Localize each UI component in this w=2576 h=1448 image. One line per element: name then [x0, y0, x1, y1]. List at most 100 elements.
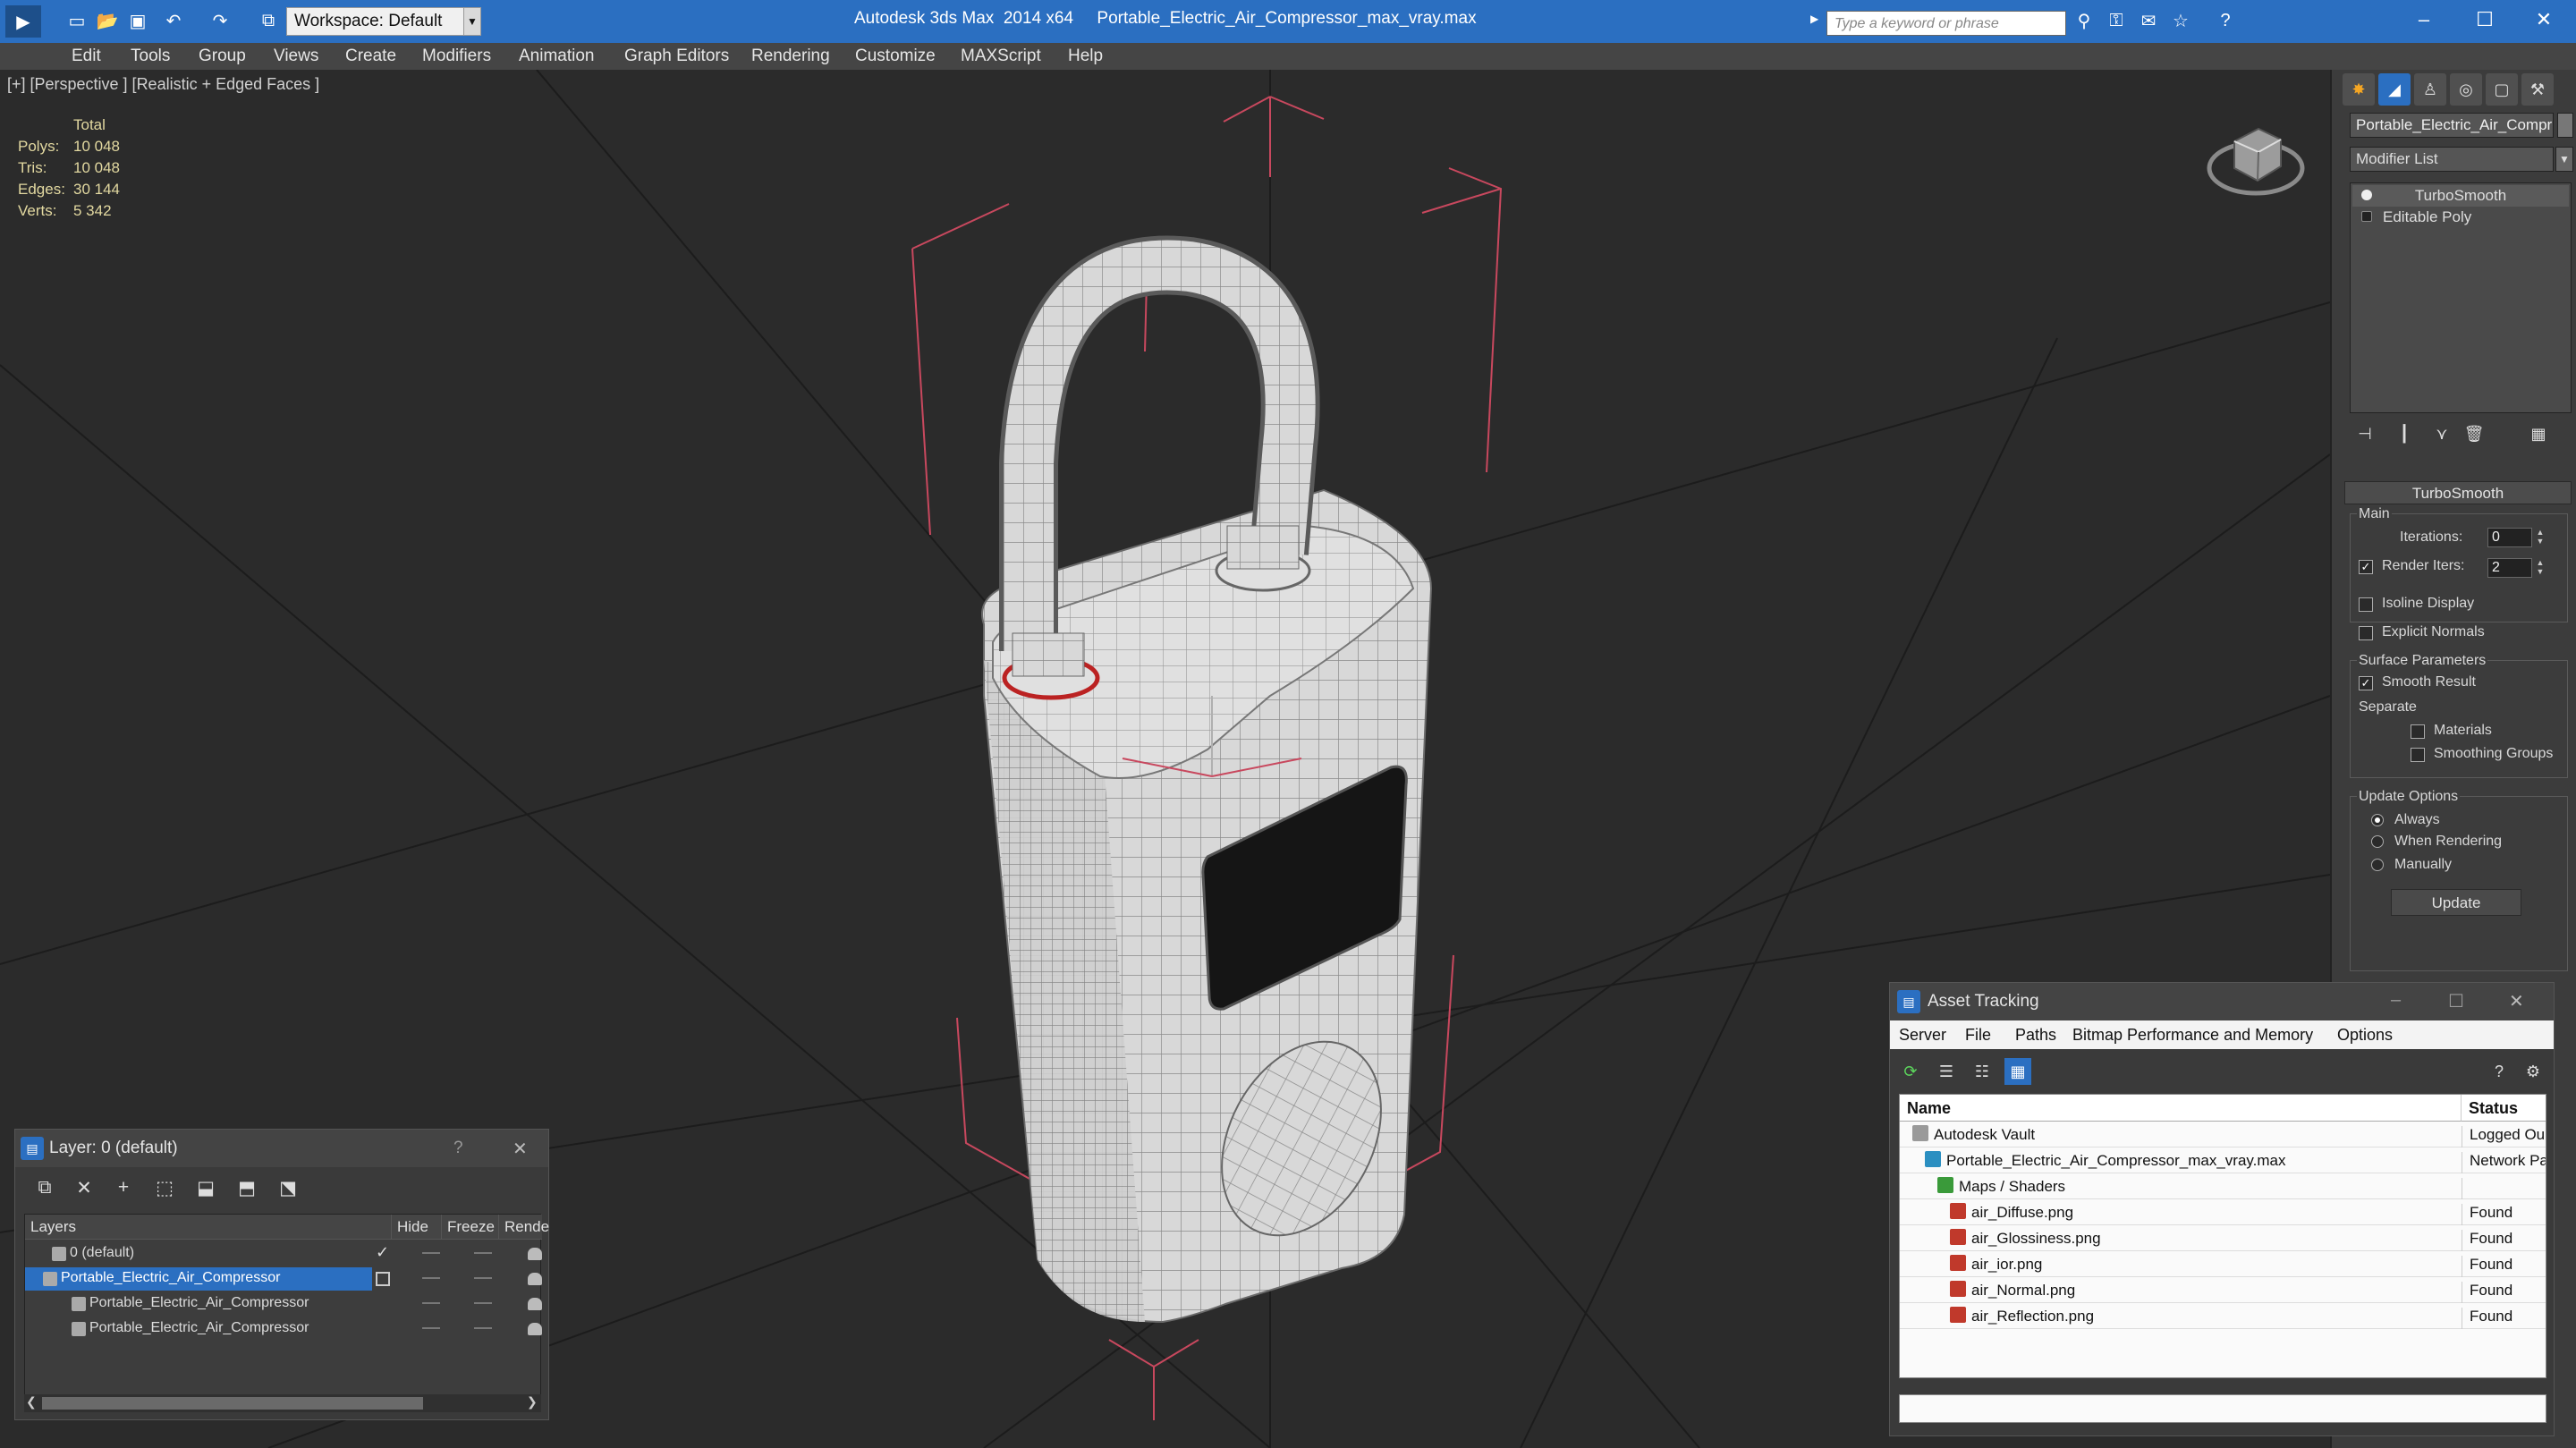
- viewport-label[interactable]: [+] [Perspective ] [Realistic + Edged Fa…: [7, 75, 319, 94]
- close-button[interactable]: ✕: [2524, 4, 2563, 36]
- subscription-icon[interactable]: ⚿: [2104, 8, 2129, 33]
- isoline-display-checkbox[interactable]: [2359, 597, 2373, 612]
- asset-row[interactable]: air_Diffuse.png Found: [1900, 1199, 2546, 1225]
- asset-minimize-button[interactable]: –: [2391, 990, 2401, 1011]
- search-input[interactable]: Type a keyword or phrase: [1826, 11, 2066, 36]
- always-radio[interactable]: [2371, 814, 2384, 826]
- delete-layer-icon[interactable]: ✕: [71, 1174, 97, 1201]
- column-hide[interactable]: Hide: [392, 1215, 442, 1240]
- menu-rendering[interactable]: Rendering: [751, 47, 830, 66]
- menu-edit[interactable]: Edit: [72, 47, 101, 66]
- freeze-toggle[interactable]: [474, 1302, 492, 1304]
- iterations-spinner[interactable]: 0: [2487, 528, 2532, 547]
- configure-sets-icon[interactable]: ▦: [2525, 420, 2552, 447]
- search-expand-icon[interactable]: ▶: [1810, 13, 1825, 36]
- layer-row[interactable]: 0 (default) ✓: [25, 1241, 542, 1266]
- remove-modifier-icon[interactable]: 🗑: [2461, 420, 2487, 447]
- minimize-button[interactable]: –: [2404, 4, 2444, 36]
- select-objects-icon[interactable]: ⬚: [151, 1174, 178, 1201]
- help-icon[interactable]: ?: [2486, 1058, 2512, 1085]
- render-teapot-icon[interactable]: [528, 1248, 542, 1260]
- asset-row[interactable]: Portable_Electric_Air_Compressor_max_vra…: [1900, 1147, 2546, 1173]
- table-view-icon[interactable]: ▦: [2004, 1058, 2031, 1085]
- menu-group[interactable]: Group: [199, 47, 246, 66]
- layer-row[interactable]: Portable_Electric_Air_Compressor: [25, 1291, 542, 1317]
- layer-help-button[interactable]: ?: [453, 1139, 463, 1158]
- set-current-layer-icon[interactable]: ⬒: [233, 1174, 260, 1201]
- column-render[interactable]: Rende: [499, 1215, 549, 1240]
- column-name[interactable]: Name: [1900, 1095, 2462, 1122]
- tree-view-icon[interactable]: ☷: [1969, 1058, 1996, 1085]
- favorites-star-icon[interactable]: ☆: [2168, 8, 2193, 33]
- hide-toggle[interactable]: [422, 1302, 440, 1304]
- create-tab-icon[interactable]: ✸: [2343, 73, 2375, 106]
- menu-maxscript[interactable]: MAXScript: [961, 47, 1041, 66]
- freeze-toggle[interactable]: [474, 1277, 492, 1279]
- hide-toggle[interactable]: [422, 1277, 440, 1279]
- asset-row[interactable]: air_Normal.png Found: [1900, 1277, 2546, 1303]
- layer-close-button[interactable]: ✕: [513, 1138, 528, 1160]
- menu-help[interactable]: Help: [1068, 47, 1103, 66]
- render-teapot-icon[interactable]: [528, 1323, 542, 1335]
- new-layer-icon[interactable]: ⧉: [31, 1174, 58, 1201]
- when-rendering-radio[interactable]: [2371, 835, 2384, 848]
- layer-horizontal-scrollbar[interactable]: ❮ ❯: [24, 1394, 541, 1412]
- list-view-icon[interactable]: ☰: [1933, 1058, 1960, 1085]
- asset-menu-bitmap[interactable]: Bitmap Performance and Memory: [2072, 1026, 2313, 1045]
- asset-maximize-button[interactable]: ☐: [2448, 990, 2464, 1012]
- scroll-left-icon[interactable]: ❮: [26, 1394, 37, 1410]
- help-icon[interactable]: ?: [2213, 8, 2238, 33]
- explicit-normals-checkbox[interactable]: [2359, 626, 2373, 640]
- column-freeze[interactable]: Freeze: [442, 1215, 499, 1240]
- object-color-swatch[interactable]: [2557, 113, 2573, 138]
- asset-menu-paths[interactable]: Paths: [2015, 1026, 2056, 1045]
- menu-customize[interactable]: Customize: [855, 47, 936, 66]
- make-unique-icon[interactable]: ⋎: [2428, 420, 2455, 447]
- asset-row[interactable]: air_Glossiness.png Found: [1900, 1225, 2546, 1251]
- scroll-right-icon[interactable]: ❯: [527, 1394, 538, 1410]
- menu-modifiers[interactable]: Modifiers: [422, 47, 491, 66]
- open-file-icon[interactable]: 📂: [95, 8, 120, 33]
- render-teapot-icon[interactable]: [528, 1298, 542, 1310]
- options-icon[interactable]: ⚙: [2520, 1058, 2546, 1085]
- maximize-button[interactable]: ☐: [2465, 4, 2504, 36]
- render-iters-spinner[interactable]: 2: [2487, 558, 2532, 578]
- workspace-dropdown-icon[interactable]: ▼: [463, 7, 481, 36]
- smooth-result-checkbox[interactable]: ✓: [2359, 676, 2373, 690]
- redo-icon[interactable]: ↷: [208, 8, 233, 33]
- column-layers[interactable]: Layers: [25, 1215, 392, 1240]
- layer-row[interactable]: Portable_Electric_Air_Compressor: [25, 1317, 542, 1342]
- workspace-select[interactable]: Workspace: Default: [286, 7, 465, 36]
- asset-menu-file[interactable]: File: [1965, 1026, 1991, 1045]
- app-logo-icon[interactable]: ▶: [5, 5, 41, 38]
- set-current-box[interactable]: [376, 1272, 390, 1286]
- communication-icon[interactable]: ✉: [2136, 8, 2161, 33]
- freeze-toggle[interactable]: [474, 1252, 492, 1254]
- show-end-result-icon[interactable]: ┃: [2391, 420, 2418, 447]
- add-to-layer-icon[interactable]: +: [110, 1174, 137, 1201]
- hierarchy-tab-icon[interactable]: ♙: [2414, 73, 2446, 106]
- asset-row[interactable]: Autodesk Vault Logged Ou: [1900, 1122, 2546, 1147]
- binoculars-icon[interactable]: ⚲: [2072, 8, 2097, 33]
- modifier-list-dropdown[interactable]: Modifier List: [2350, 147, 2554, 172]
- manually-radio[interactable]: [2371, 859, 2384, 871]
- hide-toggle[interactable]: [422, 1327, 440, 1329]
- menu-animation[interactable]: Animation: [519, 47, 595, 66]
- menu-create[interactable]: Create: [345, 47, 396, 66]
- project-folder-icon[interactable]: ⧉: [256, 8, 281, 33]
- motion-tab-icon[interactable]: ◎: [2450, 73, 2482, 106]
- expand-icon[interactable]: [2361, 211, 2372, 222]
- smoothing-groups-checkbox[interactable]: [2411, 748, 2425, 762]
- save-file-icon[interactable]: ▣: [125, 8, 150, 33]
- asset-menu-server[interactable]: Server: [1899, 1026, 1946, 1045]
- lightbulb-icon[interactable]: [2361, 190, 2372, 200]
- menu-views[interactable]: Views: [274, 47, 318, 66]
- freeze-toggle[interactable]: [474, 1327, 492, 1329]
- layer-row[interactable]: Portable_Electric_Air_Compressor: [25, 1266, 542, 1291]
- column-status[interactable]: Status: [2462, 1095, 2546, 1122]
- asset-window-titlebar[interactable]: ▤ Asset Tracking – ☐ ✕: [1890, 983, 2554, 1020]
- refresh-icon[interactable]: ⟳: [1897, 1058, 1924, 1085]
- asset-close-button[interactable]: ✕: [2509, 990, 2524, 1012]
- render-teapot-icon[interactable]: [528, 1273, 542, 1285]
- pin-stack-icon[interactable]: ⊣: [2351, 420, 2378, 447]
